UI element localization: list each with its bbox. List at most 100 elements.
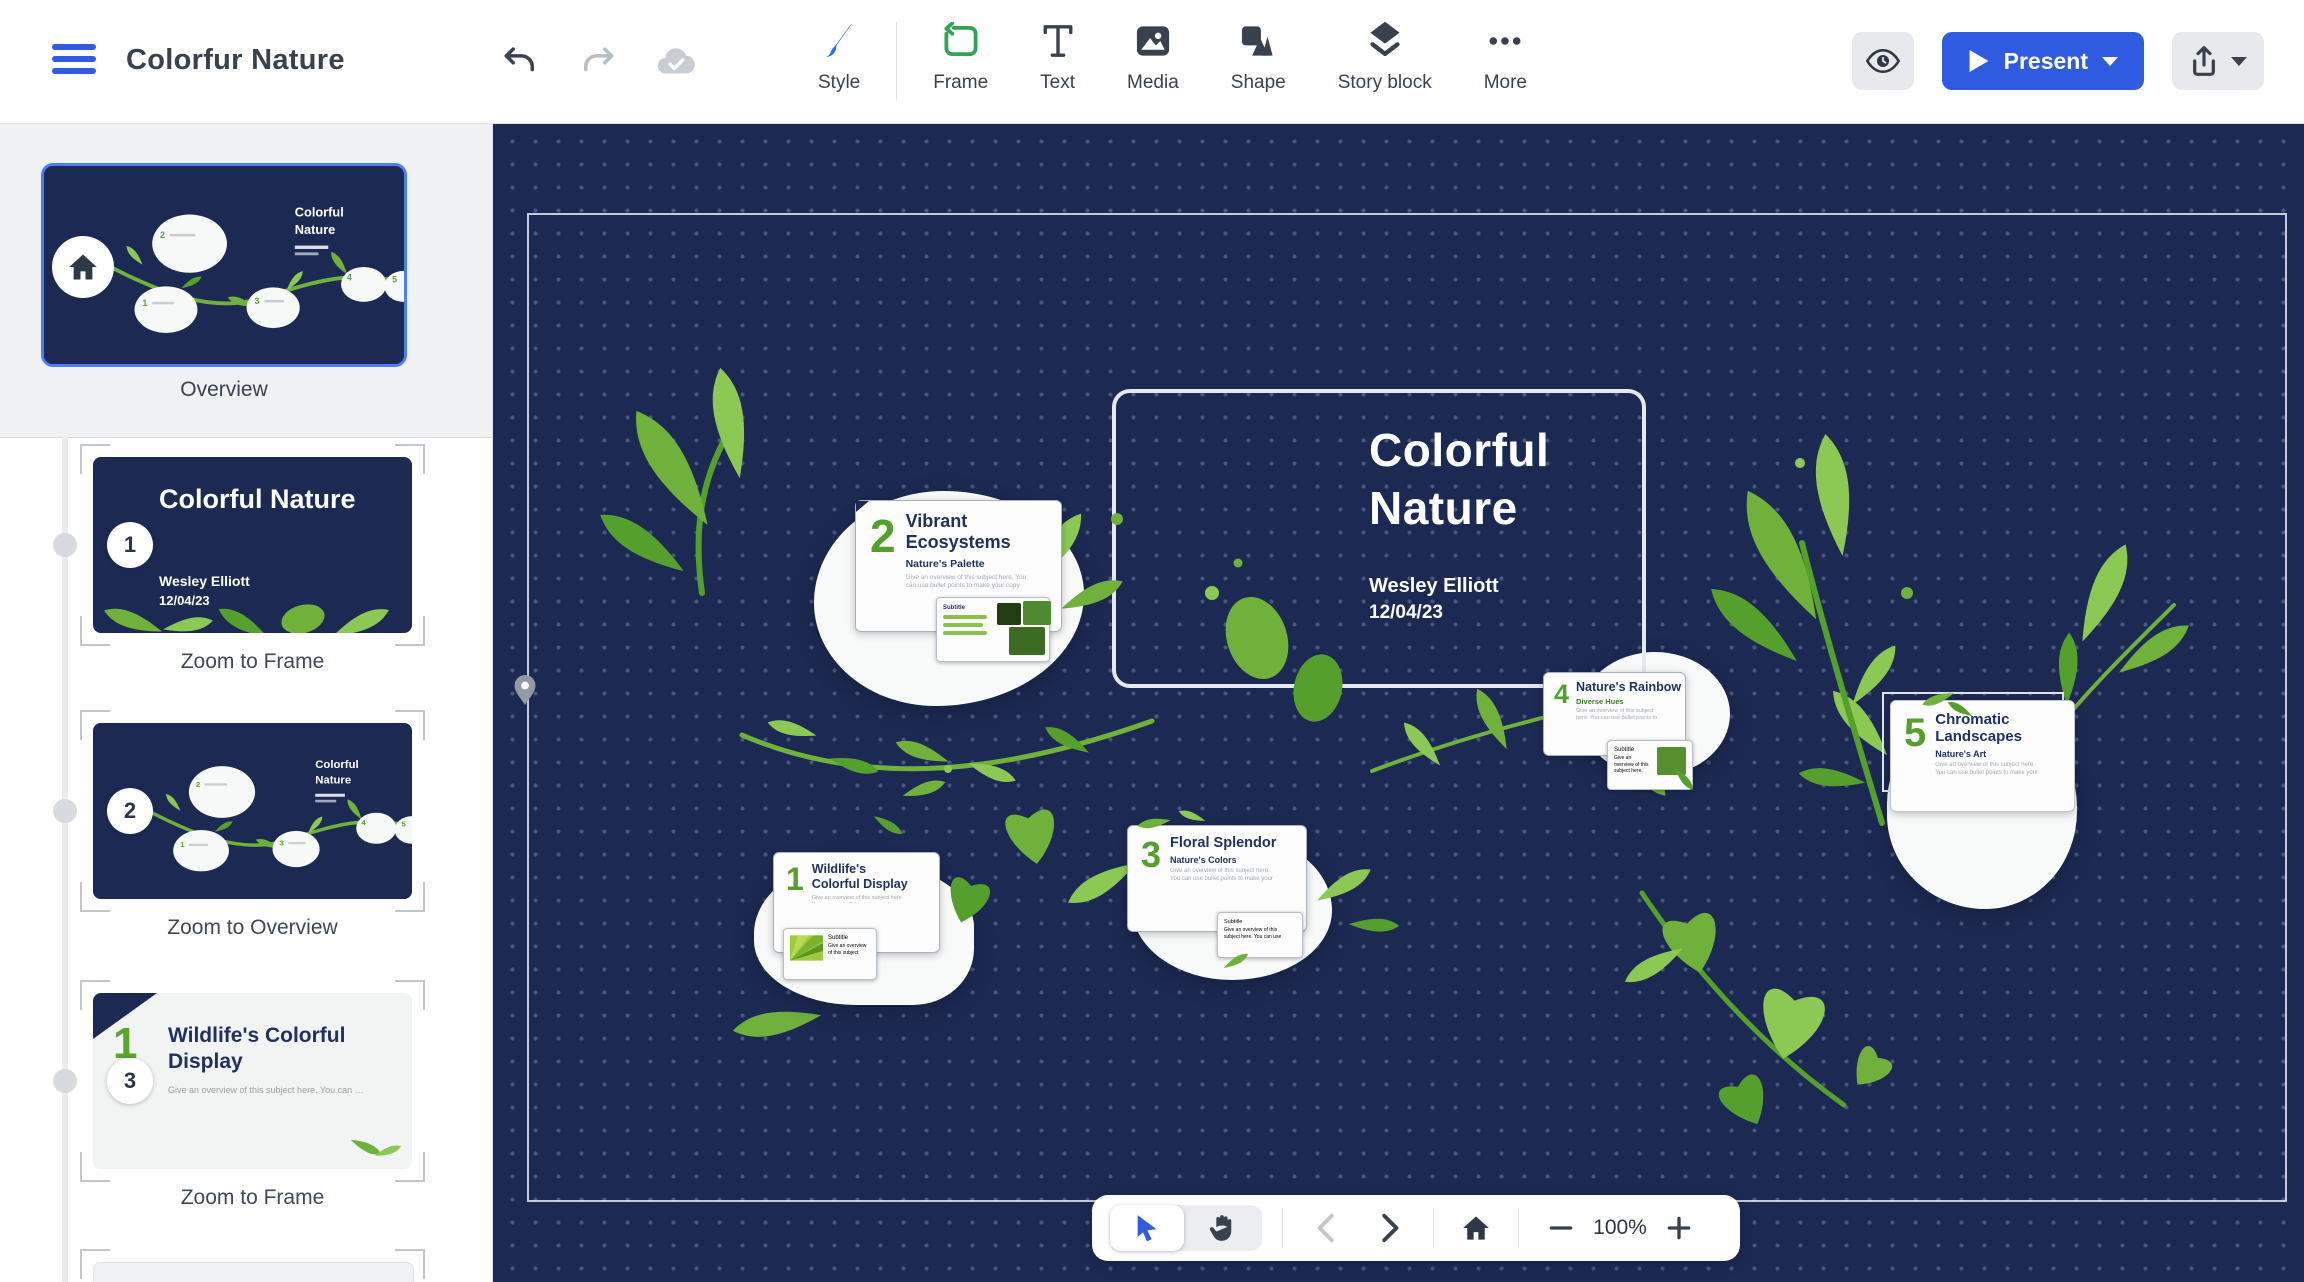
slide-number-badge: 3 bbox=[107, 1058, 153, 1104]
slide-drag-handle[interactable] bbox=[53, 799, 77, 823]
subcard-label: Subtitle bbox=[943, 605, 991, 611]
slide-drag-handle[interactable] bbox=[53, 533, 77, 557]
topic-body: Give an overview of this subject here. Y… bbox=[906, 574, 1028, 591]
zoom-in-button[interactable] bbox=[1657, 1205, 1701, 1251]
slide-number-badge: 1 bbox=[107, 522, 153, 568]
tool-label: Story block bbox=[1338, 72, 1432, 94]
slide-item-2: 2 bbox=[93, 723, 412, 899]
tool-frame[interactable]: Frame bbox=[907, 18, 1014, 94]
tool-shape[interactable]: Shape bbox=[1205, 18, 1312, 94]
topic-subcard-1[interactable]: Subtitle Give an overview of this subjec… bbox=[783, 928, 877, 980]
list-bar bbox=[943, 631, 987, 635]
deck-date: 12/04/23 bbox=[1369, 602, 1443, 624]
present-caret-icon bbox=[2102, 57, 2118, 66]
tool-label: Style bbox=[818, 72, 860, 94]
menu-icon[interactable] bbox=[52, 44, 96, 80]
share-button[interactable] bbox=[2172, 32, 2264, 90]
tool-label: Media bbox=[1127, 72, 1179, 94]
topic-subcard-4[interactable]: Subtitle Give an overview of this subjec… bbox=[1607, 740, 1693, 790]
overview-thumbnail[interactable] bbox=[41, 163, 407, 367]
presentation-canvas[interactable]: Colorful Nature Wesley Elliott 12/04/23 … bbox=[492, 123, 2304, 1282]
slide-drag-handle[interactable] bbox=[53, 1069, 77, 1093]
subcard-label: Subtitle bbox=[828, 935, 870, 941]
topic-number: 2 bbox=[870, 515, 896, 621]
thumb-leaves bbox=[93, 573, 412, 633]
topic-title: Wildlife's Colorful Display bbox=[812, 862, 912, 892]
subcard-body: Give an overview of this subject here. Y… bbox=[1614, 755, 1652, 774]
slides-timeline bbox=[62, 437, 68, 1282]
card-notch bbox=[856, 501, 869, 512]
media-image-icon bbox=[1134, 18, 1172, 60]
toolbar-divider bbox=[1518, 1208, 1519, 1248]
thumb-deck-title: Colorful Nature bbox=[159, 483, 369, 516]
top-right-actions: Present bbox=[1852, 32, 2264, 90]
plant-photo bbox=[997, 603, 1021, 625]
history-controls bbox=[498, 38, 698, 82]
topic-title: Floral Splendor bbox=[1170, 835, 1276, 851]
pan-tool-button[interactable] bbox=[1184, 1205, 1258, 1251]
top-toolbar: Colorfur Nature Style bbox=[0, 0, 2304, 124]
tool-story-block[interactable]: Story block bbox=[1312, 18, 1458, 94]
topic-placeholder-text: Give an overview of this subject here. Y… bbox=[168, 1085, 368, 1095]
subcard-label: Subtitle bbox=[1614, 747, 1652, 753]
previous-step-button[interactable] bbox=[1303, 1205, 1347, 1251]
topic-title: Wildlife's Colorful Display bbox=[168, 1023, 383, 1075]
tool-more[interactable]: More bbox=[1458, 18, 1553, 94]
tool-label: More bbox=[1484, 72, 1527, 94]
plant-photo bbox=[1023, 601, 1051, 625]
plus-icon bbox=[1667, 1216, 1691, 1240]
plant-photo bbox=[1009, 627, 1045, 655]
prezi-editor: 2 1 3 4 5 Colorful Nature Colorfur Natur… bbox=[0, 0, 2304, 1282]
play-icon bbox=[1968, 48, 1990, 74]
select-tool-button[interactable] bbox=[1110, 1205, 1184, 1251]
overview-section: Overview bbox=[0, 123, 492, 438]
redo-icon[interactable] bbox=[576, 38, 620, 82]
toolbar-divider bbox=[1433, 1208, 1434, 1248]
minus-icon bbox=[1549, 1216, 1573, 1240]
slide-item-3: 1 Wildlife's Colorful Display Give an ov… bbox=[93, 993, 412, 1169]
next-step-button[interactable] bbox=[1369, 1205, 1413, 1251]
cursor-icon bbox=[1134, 1214, 1160, 1242]
style-brush-icon bbox=[821, 18, 857, 60]
topic-subtitle: Diverse Hues bbox=[1576, 697, 1681, 706]
slide-4-thumbnail[interactable] bbox=[93, 1262, 414, 1282]
tool-style[interactable]: Style bbox=[792, 18, 886, 94]
canvas-toolbar: 100% bbox=[1092, 1195, 1740, 1261]
undo-icon[interactable] bbox=[498, 38, 542, 82]
preview-button[interactable] bbox=[1852, 32, 1914, 90]
topic-card-5[interactable]: 5 Chromatic Landscapes Nature's Art Give… bbox=[1890, 700, 2075, 812]
share-caret-icon bbox=[2231, 57, 2247, 66]
slide-number-badge: 2 bbox=[107, 788, 153, 834]
chevron-left-icon bbox=[1314, 1213, 1336, 1243]
topic-title: Chromatic Landscapes bbox=[1935, 711, 2035, 745]
tool-text[interactable]: Text bbox=[1014, 18, 1101, 94]
document-title: Colorfur Nature bbox=[126, 44, 345, 77]
tool-media[interactable]: Media bbox=[1101, 18, 1205, 94]
frame-icon bbox=[942, 18, 980, 60]
topic-number: 4 bbox=[1554, 682, 1569, 748]
topic-body: Give an overview of this subject here. Y… bbox=[1170, 868, 1275, 883]
shape-icon bbox=[1239, 18, 1277, 60]
cloud-saved-icon[interactable] bbox=[654, 38, 698, 82]
topic-title: Vibrant Ecosystems bbox=[906, 511, 1021, 553]
share-upload-icon bbox=[2189, 45, 2219, 77]
thumb-leaf bbox=[336, 1125, 406, 1165]
overview-home-button[interactable] bbox=[1454, 1205, 1498, 1251]
subcard-label: Subtitle bbox=[1224, 919, 1296, 925]
chevron-right-icon bbox=[1380, 1213, 1402, 1243]
home-icon bbox=[1462, 1215, 1490, 1241]
text-icon bbox=[1041, 18, 1075, 60]
eye-icon bbox=[1866, 48, 1900, 74]
pointer-mode-toggle bbox=[1110, 1205, 1262, 1251]
foliage-photo bbox=[1657, 747, 1686, 775]
zoom-out-button[interactable] bbox=[1539, 1205, 1583, 1251]
present-button[interactable]: Present bbox=[1942, 32, 2144, 90]
slide-3-label: Zoom to Frame bbox=[93, 1186, 412, 1210]
topic-subcard-2[interactable]: Subtitle bbox=[936, 597, 1050, 662]
deck-author: Wesley Elliott bbox=[1369, 575, 1499, 598]
topic-title: Nature's Rainbow bbox=[1576, 680, 1681, 694]
slide-item-4-partial bbox=[93, 1262, 412, 1282]
topic-subcard-3[interactable]: Subtitle Give an overview of this subjec… bbox=[1217, 912, 1303, 958]
home-icon bbox=[68, 253, 98, 281]
slides-sidebar: Overview Colorful Nature Wesley Elliott … bbox=[0, 123, 493, 1282]
